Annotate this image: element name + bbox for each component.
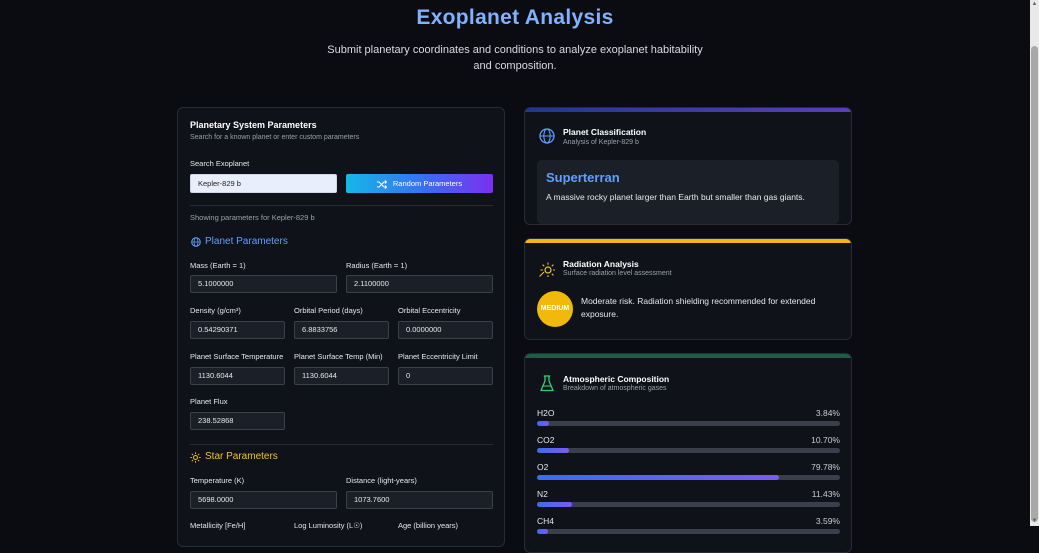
eccentricity-limit-label: Planet Eccentricity Limit (398, 352, 478, 361)
classification-card: Planet Classification Analysis of Kepler… (524, 107, 852, 225)
gas-bar-fill (537, 448, 570, 453)
radiation-subtitle: Surface radiation level assessment (563, 270, 672, 277)
orbital-period-input[interactable]: 6.8833756 (294, 321, 389, 339)
gas-percentage: 79.78% (811, 462, 840, 472)
gas-row-co2: CO2 10.70% (537, 435, 840, 462)
gas-row-ch4: CH4 3.59% (537, 516, 840, 543)
gas-name: O2 (537, 462, 549, 472)
gas-bar-fill (537, 529, 548, 534)
distance-label: Distance (light-years) (346, 476, 417, 485)
gas-percentage: 3.84% (815, 408, 840, 418)
gas-bar-fill (537, 475, 779, 480)
showing-text: Showing parameters for Kepler-829 b (190, 213, 315, 222)
density-input[interactable]: 0.54290371 (190, 321, 285, 339)
surface-temp-min-input[interactable]: 1130.6044 (294, 367, 389, 385)
panel-title: Planetary System Parameters (190, 120, 317, 130)
gas-row-n2: N2 11.43% (537, 489, 840, 516)
star-temperature-input[interactable]: 5698.0000 (190, 491, 337, 509)
atmosphere-card: Atmospheric Composition Breakdown of atm… (524, 353, 852, 553)
surface-temp-min-label: Planet Surface Temp (Min) (294, 352, 383, 361)
sun-icon (190, 452, 201, 463)
radiation-title: Radiation Analysis (563, 259, 639, 269)
eccentricity-label: Orbital Eccentricity (398, 306, 461, 315)
radiation-description: Moderate risk. Radiation shielding recom… (581, 296, 816, 319)
shuffle-icon (376, 179, 388, 189)
search-input[interactable]: Kepler-829 b (190, 174, 337, 193)
star-temperature-label: Temperature (K) (190, 476, 245, 485)
gas-percentage: 10.70% (811, 435, 840, 445)
gas-row-h2o: H2O 3.84% (537, 408, 840, 435)
gas-name: CO2 (537, 435, 555, 445)
star-section-title: Star Parameters (205, 451, 278, 462)
eccentricity-input[interactable]: 0.0000000 (398, 321, 493, 339)
gas-bar-track (537, 448, 840, 453)
random-parameters-button[interactable]: Random Parameters (346, 174, 493, 193)
card-accent-bar (525, 108, 851, 112)
flask-icon (540, 375, 554, 392)
gas-bar-track (537, 475, 840, 480)
gas-row-o2: O2 79.78% (537, 462, 840, 489)
globe-icon (191, 237, 201, 247)
gas-bar-track (537, 421, 840, 426)
card-accent-bar (525, 354, 851, 358)
planet-type-description: A massive rocky planet larger than Earth… (546, 192, 805, 202)
planet-section-title: Planet Parameters (205, 236, 288, 247)
divider (190, 205, 493, 206)
sun-icon (539, 262, 555, 277)
page-title: Exoplanet Analysis (416, 6, 614, 29)
page-header: Exoplanet Analysis Submit planetary coor… (0, 0, 1030, 74)
gas-percentage: 11.43% (811, 489, 840, 499)
page-subtitle: Submit planetary coordinates and conditi… (327, 44, 703, 72)
surface-temp-input[interactable]: 1130.6044 (190, 367, 285, 385)
density-label: Density (g/cm³) (190, 306, 241, 315)
orbital-period-label: Orbital Period (days) (294, 306, 363, 315)
parameters-panel: Planetary System Parameters Search for a… (177, 107, 505, 547)
scrollbar-thumb[interactable] (1031, 46, 1038, 522)
radius-label: Radius (Earth = 1) (346, 261, 408, 270)
atmosphere-subtitle: Breakdown of atmospheric gases (563, 385, 667, 392)
radiation-card: Radiation Analysis Surface radiation lev… (524, 238, 852, 340)
flux-label: Planet Flux (190, 397, 228, 406)
gas-name: CH4 (537, 516, 555, 526)
radius-input[interactable]: 2.1100000 (346, 275, 493, 293)
planet-type: Superterran (546, 170, 620, 185)
search-label: Search Exoplanet (190, 159, 250, 168)
divider (190, 444, 493, 445)
radiation-level-badge: MEDIUM (537, 291, 573, 327)
page-scrollbar[interactable]: ▲ ▼ (1030, 0, 1039, 526)
random-button-label: Random Parameters (392, 179, 463, 188)
distance-input[interactable]: 1073.7600 (346, 491, 493, 509)
classification-result: Superterran A massive rocky planet large… (537, 160, 839, 224)
surface-temp-label: Planet Surface Temperature (190, 352, 284, 361)
atmosphere-title: Atmospheric Composition (563, 374, 670, 384)
flux-input[interactable]: 238.52868 (190, 412, 285, 430)
panel-subtitle: Search for a known planet or enter custo… (190, 134, 360, 141)
scroll-down-arrow-icon[interactable]: ▼ (1030, 517, 1039, 526)
gas-percentage: 3.59% (815, 516, 840, 526)
gas-bar-fill (537, 421, 549, 426)
gas-bar-track (537, 502, 840, 507)
mass-label: Mass (Earth = 1) (190, 261, 246, 270)
gas-name: N2 (537, 489, 548, 499)
mass-input[interactable]: 5.1000000 (190, 275, 337, 293)
gas-bar-track (537, 529, 840, 534)
gas-bar-fill (537, 502, 572, 507)
eccentricity-limit-input[interactable]: 0 (398, 367, 493, 385)
classification-subtitle: Analysis of Kepler-829 b (563, 139, 639, 146)
card-accent-bar (525, 239, 851, 243)
scroll-up-arrow-icon[interactable]: ▲ (1030, 0, 1039, 9)
globe-icon (539, 128, 555, 144)
classification-title: Planet Classification (563, 127, 647, 137)
gas-name: H2O (537, 408, 555, 418)
